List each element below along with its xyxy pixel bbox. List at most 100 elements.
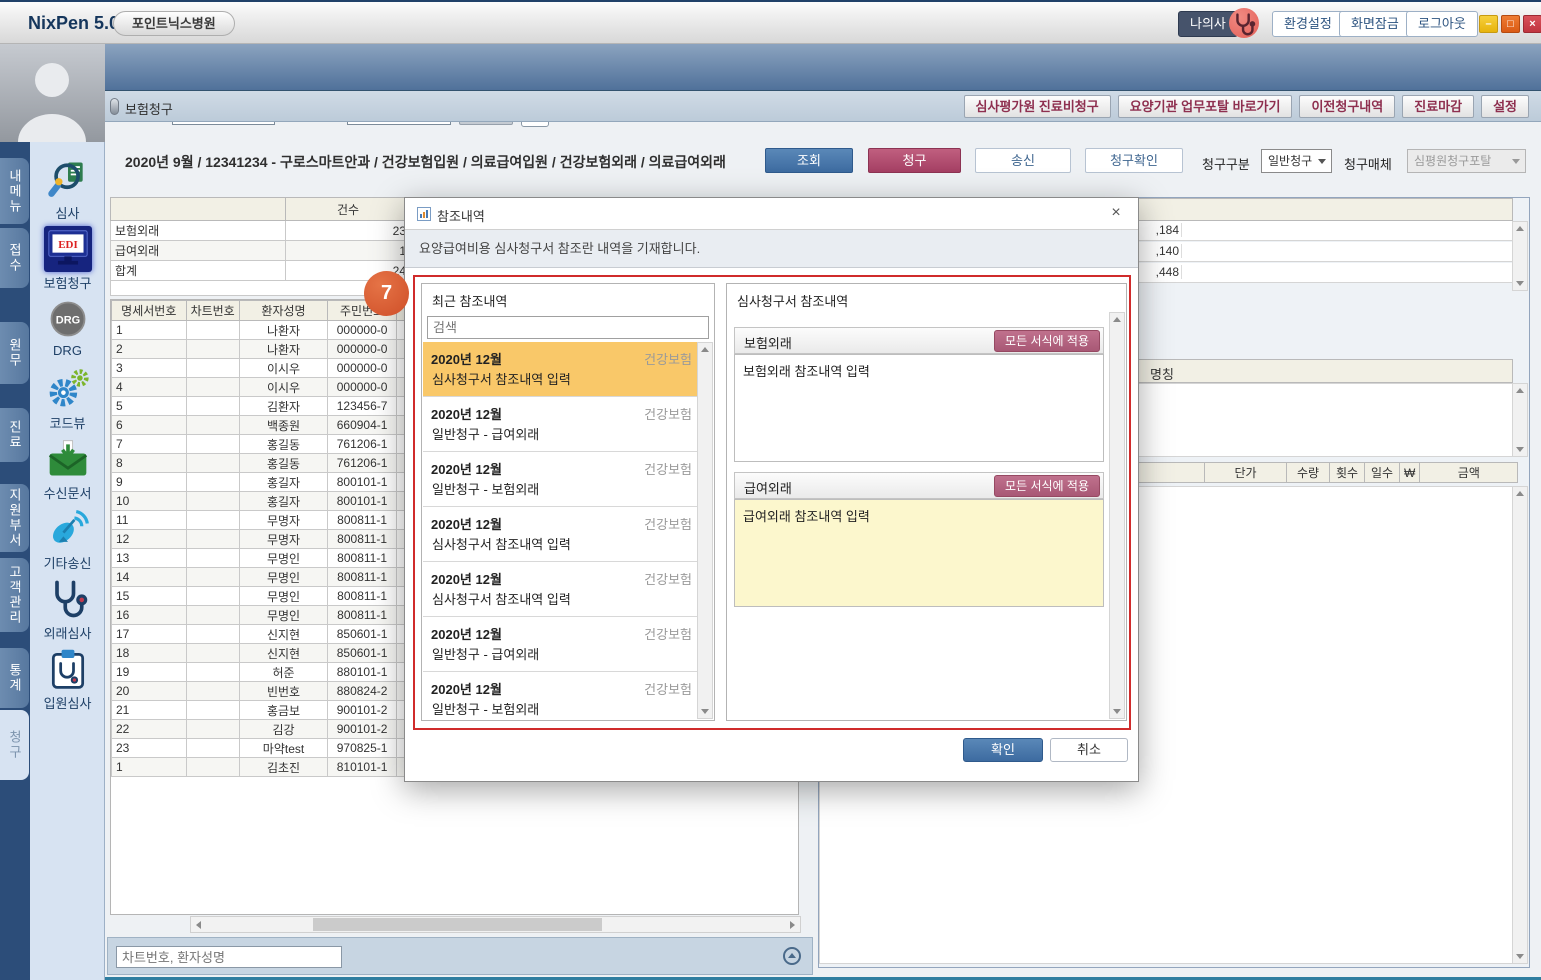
- item-date: 2020년 12월: [431, 349, 502, 368]
- list-item[interactable]: 2020년 12월건강보험일반청구 - 보험외래: [423, 452, 700, 507]
- scrollbar[interactable]: [1109, 312, 1125, 719]
- apply-all-forms-button[interactable]: 모든 서식에 적용: [994, 475, 1100, 497]
- apply-all-forms-button[interactable]: 모든 서식에 적용: [994, 330, 1100, 352]
- list-item[interactable]: 2020년 12월건강보험일반청구 - 보험외래: [423, 672, 700, 719]
- ok-button[interactable]: 확인: [963, 738, 1043, 762]
- tabstrip-button-4[interactable]: 진료마감: [1402, 95, 1474, 118]
- claim-confirm-button[interactable]: 청구확인: [1085, 148, 1183, 173]
- claim-button[interactable]: 청구: [868, 148, 961, 173]
- cell: 5: [112, 397, 187, 416]
- tabstrip-button-3[interactable]: 이전청구내역: [1299, 95, 1395, 118]
- detail-col-header: 금액: [1420, 463, 1518, 483]
- sidebar-item-insurance-claim[interactable]: EDI 보험청구: [30, 226, 105, 294]
- claim-reference-groupbox: 심사청구서 참조내역 보험외래 모든 서식에 적용 보험외래 참조내역 입력 급…: [726, 283, 1127, 721]
- scroll-up-icon[interactable]: [1113, 317, 1121, 322]
- sidebar-item-received-docs[interactable]: 수신문서: [30, 436, 105, 504]
- list-item[interactable]: 2020년 12월건강보험심사청구서 참조내역 입력: [423, 562, 700, 617]
- scroll-right-icon[interactable]: [790, 921, 795, 929]
- cell: 800811-1: [328, 568, 397, 587]
- dialog-title-bar[interactable]: 참조내역 ×: [405, 198, 1138, 230]
- scrollbar[interactable]: [697, 342, 713, 719]
- cell: 김초진: [239, 758, 328, 777]
- section-label: 급여외래: [744, 478, 792, 497]
- scroll-down-icon[interactable]: [1113, 709, 1121, 714]
- screen-lock-button[interactable]: 화면잠금: [1339, 11, 1411, 37]
- sidebar-item-simsa[interactable]: 심사: [30, 156, 105, 224]
- list-item[interactable]: 2020년 12월건강보험심사청구서 참조내역 입력: [423, 342, 700, 397]
- sidebar-tab-2[interactable]: 접수: [0, 228, 29, 288]
- insurance-outpatient-textarea[interactable]: 보험외래 참조내역 입력: [734, 354, 1104, 462]
- logout-button[interactable]: 로그아웃: [1406, 11, 1478, 37]
- settings-button[interactable]: 환경설정: [1272, 11, 1344, 37]
- item-description: 심사청구서 참조내역 입력: [432, 589, 571, 608]
- sidebar-item-inpatient-review[interactable]: 입원심사: [30, 646, 105, 714]
- sidebar-tab-1[interactable]: 내메뉴: [0, 158, 29, 224]
- scroll-down-icon[interactable]: [1516, 954, 1524, 959]
- search-button[interactable]: 조회: [765, 148, 853, 173]
- sidebar-item-other-send[interactable]: 기타송신: [30, 506, 105, 574]
- cell: 17: [112, 625, 187, 644]
- cell: 13: [112, 549, 187, 568]
- cell: 850601-1: [328, 644, 397, 663]
- sidebar-item-outpatient-review[interactable]: 외래심사: [30, 576, 105, 644]
- close-icon[interactable]: ×: [1523, 15, 1541, 33]
- scroll-up-icon[interactable]: [1516, 388, 1524, 393]
- close-icon[interactable]: ×: [1106, 204, 1126, 222]
- send-button[interactable]: 송신: [975, 148, 1071, 173]
- list-item[interactable]: 2020년 12월건강보험심사청구서 참조내역 입력: [423, 507, 700, 562]
- tabstrip-button-2[interactable]: 요양기관 업무포탈 바로가기: [1118, 95, 1293, 118]
- cell: 10: [112, 492, 187, 511]
- cell: 22: [112, 720, 187, 739]
- sidebar-item-drg[interactable]: DRG DRG: [30, 296, 105, 364]
- tabstrip-button-1[interactable]: 심사평가원 진료비청구: [964, 95, 1111, 118]
- scroll-down-icon[interactable]: [1516, 281, 1524, 286]
- scroll-down-icon[interactable]: [701, 709, 709, 714]
- collapse-up-icon[interactable]: [783, 947, 801, 965]
- quick-search-input[interactable]: [116, 946, 342, 968]
- scrollbar[interactable]: [1512, 383, 1528, 457]
- sidebar-tab-8[interactable]: 청구: [0, 710, 29, 780]
- insurance-outpatient-section-header: 보험외래 모든 서식에 적용: [734, 327, 1104, 354]
- scrollbar[interactable]: [1512, 221, 1528, 291]
- scroll-left-icon[interactable]: [196, 921, 201, 929]
- sidebar-tab-5[interactable]: 지원부서: [0, 484, 29, 552]
- sidebar-icon-column: 심사 EDI 보험청구 DRG DRG 코드뷰 수신문서 기타송신 외래심사: [30, 122, 105, 980]
- svg-text:EDI: EDI: [58, 239, 77, 251]
- cell: 신지현: [239, 625, 328, 644]
- sidebar-tab-3[interactable]: 원무: [0, 322, 29, 384]
- item-insurance-type: 건강보험: [644, 569, 692, 588]
- summary-count: 23: [286, 221, 411, 241]
- cell: [186, 625, 239, 644]
- minimize-icon[interactable]: –: [1479, 15, 1498, 33]
- scroll-down-icon[interactable]: [1516, 447, 1524, 452]
- maximize-icon[interactable]: □: [1501, 15, 1520, 33]
- cell: 000000-0: [328, 359, 397, 378]
- list-item[interactable]: 2020년 12월건강보험일반청구 - 급여외래: [423, 617, 700, 672]
- scroll-up-icon[interactable]: [1516, 226, 1524, 231]
- cell: [186, 758, 239, 777]
- recent-references-groupbox: 최근 참조내역 2020년 12월건강보험심사청구서 참조내역 입력2020년 …: [421, 283, 715, 721]
- scrollbar[interactable]: [1512, 486, 1528, 964]
- scroll-up-icon[interactable]: [1516, 491, 1524, 496]
- cell: 660904-1: [328, 416, 397, 435]
- scrollbar-thumb[interactable]: [313, 918, 602, 931]
- sidebar-tab-6[interactable]: 고객관리: [0, 558, 29, 632]
- benefit-outpatient-textarea[interactable]: 급여외래 참조내역 입력: [734, 499, 1104, 607]
- detail-col-header: 횟수: [1330, 463, 1365, 483]
- claim-type-select[interactable]: 일반청구: [1261, 149, 1332, 173]
- cell: 이시우: [239, 378, 328, 397]
- reference-search-input[interactable]: [427, 316, 709, 339]
- cell: [186, 511, 239, 530]
- list-item[interactable]: 2020년 12월건강보험일반청구 - 급여외래: [423, 397, 700, 452]
- patient-col-header: 환자성명: [239, 301, 328, 321]
- scroll-up-icon[interactable]: [701, 347, 709, 352]
- cancel-button[interactable]: 취소: [1050, 738, 1128, 762]
- horizontal-scrollbar[interactable]: [190, 916, 801, 933]
- cell: 810101-1: [328, 758, 397, 777]
- stethoscope-icon[interactable]: [1229, 8, 1259, 38]
- sidebar-tab-7[interactable]: 통계: [0, 648, 29, 708]
- tabstrip-button-5[interactable]: 설정: [1481, 95, 1529, 118]
- sidebar-item-codeview[interactable]: 코드뷰: [30, 366, 105, 434]
- sidebar-tab-4[interactable]: 진료: [0, 408, 29, 462]
- cell: 000000-0: [328, 378, 397, 397]
